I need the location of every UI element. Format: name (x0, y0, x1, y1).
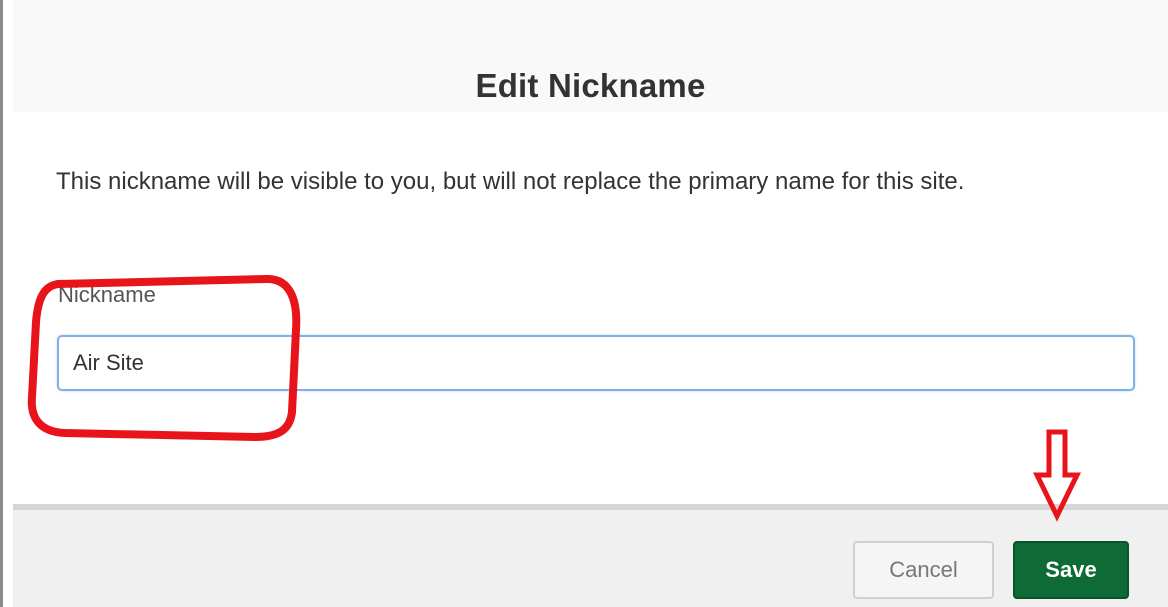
screenshot-stage: Edit Nickname This nickname will be visi… (0, 0, 1168, 607)
dialog-body: This nickname will be visible to you, bu… (13, 112, 1168, 504)
window-edge (0, 0, 3, 607)
dialog-footer: Cancel Save (13, 504, 1168, 607)
nickname-input[interactable] (57, 335, 1135, 391)
edit-nickname-dialog: Edit Nickname This nickname will be visi… (13, 0, 1168, 607)
dialog-title: Edit Nickname (475, 67, 706, 104)
dialog-description: This nickname will be visible to you, bu… (56, 168, 965, 195)
nickname-label: Nickname (58, 282, 156, 307)
dialog-header: Edit Nickname (13, 0, 1168, 112)
cancel-button[interactable]: Cancel (853, 541, 994, 599)
save-button[interactable]: Save (1013, 541, 1129, 599)
